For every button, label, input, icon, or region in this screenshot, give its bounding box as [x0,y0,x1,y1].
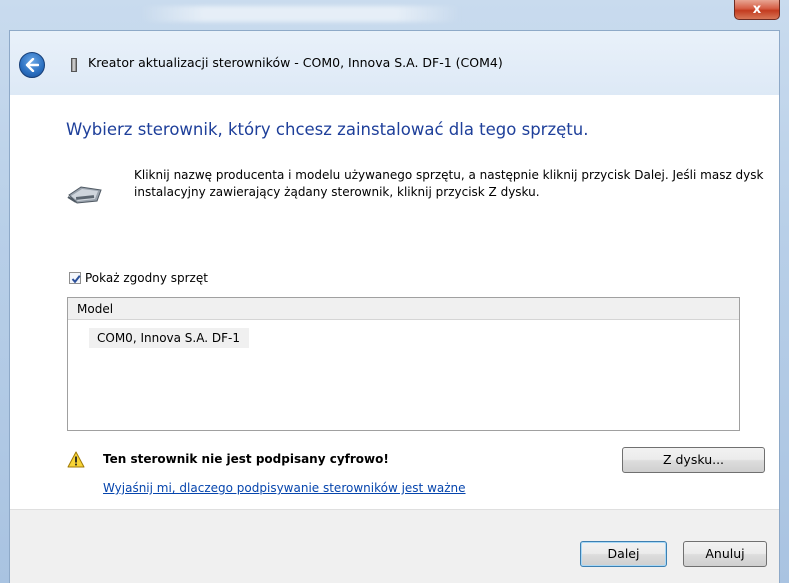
model-listbox[interactable]: Model COM0, Innova S.A. DF-1 [67,297,740,431]
cancel-button[interactable]: Anuluj [683,541,767,567]
window-titlebar[interactable]: x [0,0,789,32]
have-disk-button[interactable]: Z dysku... [622,447,765,473]
close-button[interactable]: x [734,0,780,20]
window-frame: x Kreator aktualizacji sterowników - COM… [0,0,789,583]
show-compatible-row[interactable]: Pokaż zgodny sprzęt [69,271,208,285]
background-window-title [140,6,460,22]
show-compatible-checkbox[interactable] [69,272,81,284]
model-column-label: Model [77,302,114,316]
page-heading: Wybierz sterownik, który chcesz zainstal… [66,120,589,139]
list-item[interactable]: COM0, Innova S.A. DF-1 [89,328,249,348]
next-button[interactable]: Dalej [580,541,667,567]
driver-signing-link[interactable]: Wyjaśnij mi, dlaczego podpisywanie stero… [103,481,466,495]
wizard-device-icon [71,58,77,72]
wizard-title: Kreator aktualizacji sterowników - COM0,… [88,55,503,70]
wizard-content: Kreator aktualizacji sterowników - COM0,… [9,30,780,583]
checkmark-icon [71,275,81,284]
unsigned-driver-warning: Ten sterownik nie jest podpisany cyfrowo… [103,452,389,466]
back-button[interactable] [19,52,45,78]
instruction-text: Kliknij nazwę producenta i modelu używan… [134,168,764,199]
serial-cable-icon [67,181,103,210]
back-arrow-icon [25,58,39,72]
model-column-header[interactable]: Model [68,298,739,320]
wizard-navbar: Kreator aktualizacji sterowników - COM0,… [10,31,779,95]
show-compatible-label[interactable]: Pokaż zgodny sprzęt [85,271,208,285]
warning-triangle-icon [67,451,85,471]
